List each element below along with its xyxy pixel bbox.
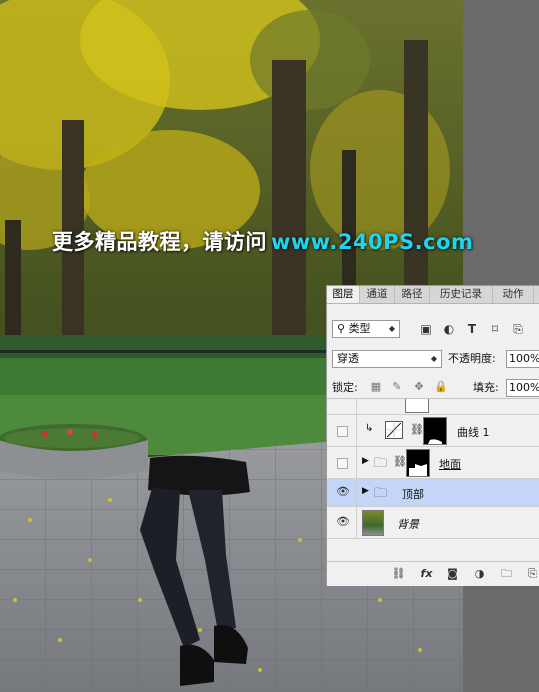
lock-brush-icon[interactable]: ✎: [390, 380, 404, 394]
chain-link-icon: ⛓: [393, 455, 407, 468]
visibility-toggle[interactable]: [327, 447, 357, 478]
expand-arrow-icon[interactable]: ▶: [362, 456, 369, 466]
layers-panel: 图层 通道 路径 历史记录 动作 ⚲ 类型 ◆ ▣ ◐ T ⌑ ⎘ 穿透 ◆ 不…: [326, 285, 539, 586]
tab-layers[interactable]: 图层: [327, 286, 360, 303]
fill-input[interactable]: 100%: [506, 379, 539, 397]
layer-row[interactable]: ↳ ⛓ 曲线 1: [327, 415, 539, 447]
background-thumbnail: [362, 510, 384, 536]
mask-icon[interactable]: ◙: [445, 566, 460, 581]
layer-name: 顶部: [402, 488, 424, 501]
watermark: 更多精品教程，请访问 www.240PS.com: [52, 226, 473, 256]
filter-row: ⚲ 类型 ◆ ▣ ◐ T ⌑ ⎘: [327, 320, 539, 340]
shape-filter-icon[interactable]: ⌑: [488, 322, 502, 336]
blend-mode-select[interactable]: 穿透 ◆: [332, 350, 442, 368]
layer-filter-select[interactable]: ⚲ 类型 ◆: [332, 320, 400, 338]
lock-all-icon[interactable]: 🔒: [434, 380, 448, 394]
adjustment-icon[interactable]: ◑: [472, 566, 487, 581]
chevron-updown-icon: ◆: [388, 324, 395, 333]
watermark-text: 更多精品教程，请访问: [52, 230, 267, 254]
opacity-label: 不透明度:: [448, 352, 496, 365]
chevron-updown-icon: ◆: [430, 354, 437, 363]
tab-channels[interactable]: 通道: [360, 286, 395, 303]
search-icon: ⚲: [337, 322, 346, 335]
image-filter-icon[interactable]: ▣: [419, 322, 433, 336]
filter-label: 类型: [348, 322, 371, 335]
layer-name: 曲线 1: [457, 426, 490, 439]
lock-row: 锁定: ▦ ✎ ✥ 🔒 填充: 100%: [327, 379, 539, 397]
folder-icon: 🗀: [374, 456, 388, 471]
new-layer-icon[interactable]: ⎘: [525, 566, 539, 581]
adjustment-filter-icon[interactable]: ◐: [442, 322, 456, 336]
eye-icon: 👁: [336, 485, 350, 498]
clip-arrow-icon: ↳: [365, 423, 374, 434]
layer-row[interactable]: ▶ 🗀 ⛓ 地面: [327, 447, 539, 479]
visibility-toggle[interactable]: [327, 415, 357, 446]
chain-link-icon: ⛓: [410, 423, 424, 436]
layer-mask-thumbnail: [406, 449, 430, 477]
fx-icon[interactable]: fx: [419, 566, 434, 581]
tab-paths[interactable]: 路径: [395, 286, 430, 303]
blend-mode-value: 穿透: [337, 352, 359, 365]
opacity-input[interactable]: 100%: [506, 350, 539, 368]
link-icon[interactable]: ⛓: [391, 566, 406, 581]
tab-history[interactable]: 历史记录: [430, 286, 493, 303]
layer-row[interactable]: [327, 399, 539, 415]
layer-row-selected[interactable]: 👁 ▶ 🗀 顶部: [327, 479, 539, 507]
folder-icon[interactable]: 🗀: [499, 566, 514, 581]
visibility-toggle[interactable]: [327, 399, 357, 414]
expand-arrow-icon[interactable]: ▶: [362, 486, 369, 496]
panel-bottom-bar: ⛓ fx ◙ ◑ 🗀 ⎘: [327, 561, 539, 586]
layer-mask-thumbnail: [423, 417, 447, 445]
panel-tabs: 图层 通道 路径 历史记录 动作: [327, 286, 539, 304]
layer-name: 地面: [439, 458, 461, 471]
layer-name: 背景: [397, 518, 419, 531]
type-filter-icon[interactable]: T: [465, 322, 479, 336]
curves-adjustment-icon: [385, 421, 403, 439]
lock-transparent-icon[interactable]: ▦: [369, 380, 383, 394]
tab-actions[interactable]: 动作: [493, 286, 534, 303]
blend-row: 穿透 ◆ 不透明度: 100%: [327, 350, 539, 370]
hidden-box: [337, 426, 348, 437]
folder-icon: 🗀: [374, 486, 388, 501]
layer-thumbnail: [405, 399, 429, 413]
visibility-toggle[interactable]: 👁: [327, 507, 357, 538]
lock-label: 锁定:: [332, 381, 358, 394]
layer-row[interactable]: 👁 背景: [327, 507, 539, 539]
visibility-toggle[interactable]: 👁: [327, 479, 357, 506]
watermark-url: www.240PS.com: [271, 230, 474, 254]
lock-move-icon[interactable]: ✥: [412, 380, 426, 394]
eye-icon: 👁: [336, 515, 350, 528]
hidden-box: [337, 458, 348, 469]
fill-label: 填充:: [473, 381, 499, 394]
layer-list: ↳ ⛓ 曲线 1 ▶ 🗀 ⛓ 地面 👁 ▶ 🗀 顶部 👁 背景: [327, 398, 539, 562]
smart-object-filter-icon[interactable]: ⎘: [511, 322, 525, 336]
